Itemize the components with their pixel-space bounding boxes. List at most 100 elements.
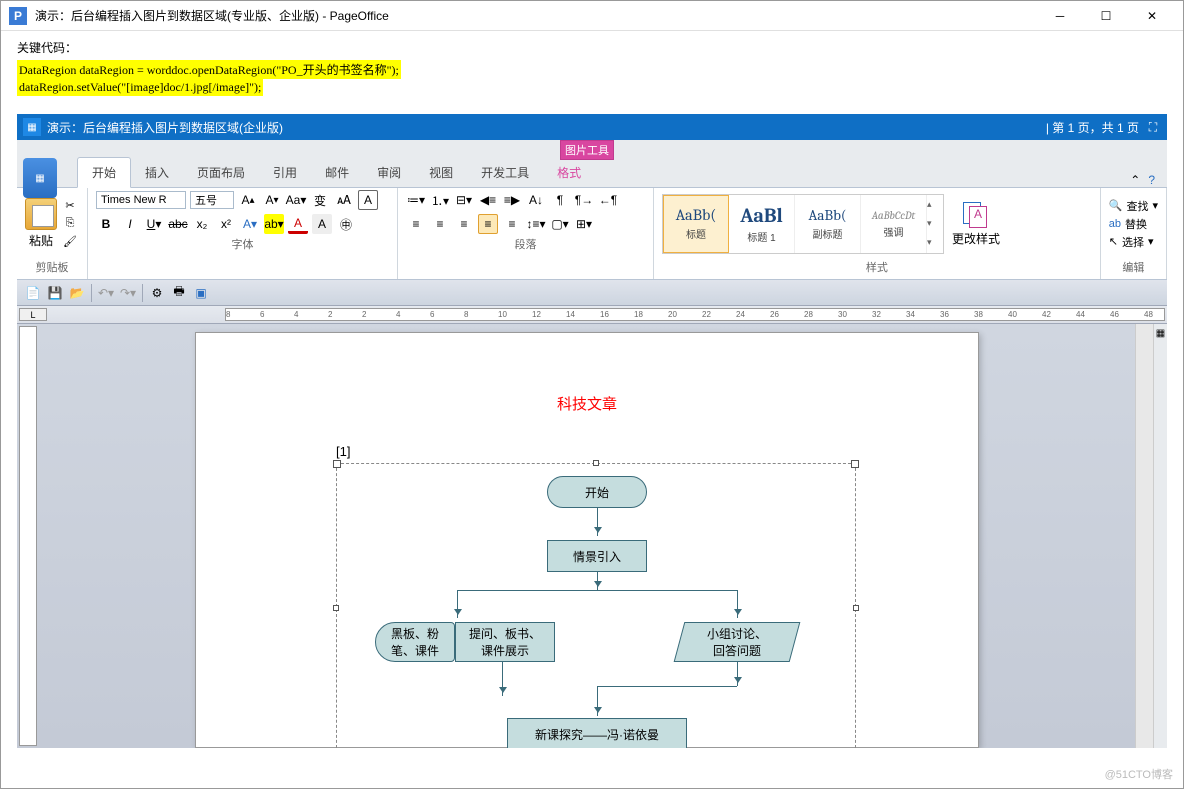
close-button[interactable]: ✕ [1129,1,1175,31]
group-clipboard: 粘贴 ✂ ⎘ 🖌 剪贴板 [17,188,88,279]
tab-references[interactable]: 引用 [259,158,311,187]
expand-icon[interactable]: ⛶ [1145,119,1161,135]
qat-print-icon[interactable]: 🖶 [169,283,189,303]
line-spacing-button[interactable]: ↕≡▾ [526,214,546,234]
font-family-select[interactable] [96,191,186,209]
char-border-icon[interactable]: A [358,190,378,210]
view-ruler-icon[interactable]: ▦ [1156,328,1165,339]
code-header: 关键代码： [17,39,1167,56]
qat-new-icon[interactable]: 📄 [23,283,43,303]
tab-developer[interactable]: 开发工具 [467,158,543,187]
grow-font-icon[interactable]: A▴ [238,190,258,210]
flowchart: 开始 情景引入 黑板、粉 笔、课件 提问、板书、 课件展示 小组讨论、 回答问题 [337,464,855,748]
shrink-font-icon[interactable]: A▾ [262,190,282,210]
shading-button[interactable]: ▢▾ [550,214,570,234]
bookmark-marker: [1] [336,444,838,459]
copy-icon[interactable]: ⎘ [61,216,79,232]
tab-view[interactable]: 视图 [415,158,467,187]
window-title: 演示：后台编程插入图片到数据区域(专业版、企业版) - PageOffice [35,7,1037,24]
page: 科技文章 [1] 开始 情景引入 [195,332,979,748]
maximize-button[interactable]: ☐ [1083,1,1129,31]
show-marks-button[interactable]: ¶ [550,190,570,210]
context-tab-picture-tools: 图片工具 [560,140,614,160]
document-area: 科技文章 [1] 开始 情景引入 [17,324,1167,748]
enclose-char-button[interactable]: ㊥ [336,214,356,234]
format-painter-icon[interactable]: 🖌 [61,234,79,250]
tab-format[interactable]: 格式 [543,158,595,187]
select-icon: ↖ [1109,235,1118,248]
minimize-button[interactable]: ─ [1037,1,1083,31]
ltr-button[interactable]: ¶→ [574,190,594,210]
align-justify-button[interactable]: ≡ [478,214,498,234]
tab-review[interactable]: 审阅 [363,158,415,187]
style-item-subtitle[interactable]: AaBb(副标题 [795,195,861,253]
char-shading-button[interactable]: A [312,214,332,234]
change-case-icon[interactable]: Aa▾ [286,190,306,210]
qat-props-icon[interactable]: ⚙ [147,283,167,303]
superscript-button[interactable]: x² [216,214,236,234]
align-center-button[interactable]: ≡ [430,214,450,234]
style-item-emphasis[interactable]: AaBbCcDt强调 [861,195,927,253]
select-button[interactable]: ↖选择▾ [1109,234,1158,250]
qat-save-icon[interactable]: 💾 [45,283,65,303]
gallery-more-icon[interactable]: ▾ [927,237,943,248]
group-paragraph: ≔▾ ⒈▾ ⊟▾ ◀≡ ≡▶ A↓ ¶ ¶→ ←¶ ≡ ≡ [398,188,654,279]
align-left-button[interactable]: ≡ [406,214,426,234]
clear-format-icon[interactable]: 🗚 [334,190,354,210]
group-styles-label: 样式 [662,257,1092,277]
tab-layout[interactable]: 页面布局 [183,158,259,187]
change-style-button[interactable]: A 更改样式 [952,200,1000,247]
qat-undo-icon[interactable]: ↶▾ [96,283,116,303]
sort-button[interactable]: A↓ [526,190,546,210]
bold-button[interactable]: B [96,214,116,234]
distribute-button[interactable]: ≡ [502,214,522,234]
numbering-button[interactable]: ⒈▾ [430,190,450,210]
strike-button[interactable]: abc [168,214,188,234]
page-viewport[interactable]: 科技文章 [1] 开始 情景引入 [39,324,1135,748]
cut-icon[interactable]: ✂ [61,198,79,214]
tab-home[interactable]: 开始 [77,157,131,188]
qat-fullscreen-icon[interactable]: ▣ [191,283,211,303]
indent-decrease-button[interactable]: ◀≡ [478,190,498,210]
qat-redo-icon[interactable]: ↷▾ [118,283,138,303]
paste-button[interactable]: 粘贴 [25,198,57,249]
titlebar: P 演示：后台编程插入图片到数据区域(专业版、企业版) - PageOffice… [1,1,1183,31]
style-item-title[interactable]: AaBb(标题 [663,195,729,253]
horizontal-ruler[interactable]: 8642246810121416182022242628303234363840… [225,308,1165,321]
quick-access-toolbar: 📄 💾 📂 ↶▾ ↷▾ ⚙ 🖶 ▣ [17,280,1167,306]
flow-left1: 黑板、粉 笔、课件 [375,622,455,662]
vertical-ruler[interactable] [19,326,37,746]
gallery-up-icon[interactable]: ▴ [927,199,943,210]
flow-intro: 情景引入 [547,540,647,572]
inserted-image[interactable]: 开始 情景引入 黑板、粉 笔、课件 提问、板书、 课件展示 小组讨论、 回答问题 [336,463,856,748]
collapse-ribbon-icon[interactable]: ⌃ [1130,173,1140,187]
highlight-button[interactable]: ab▾ [264,214,284,234]
align-right-button[interactable]: ≡ [454,214,474,234]
vertical-scrollbar[interactable] [1135,324,1153,748]
code-section: 关键代码： DataRegion dataRegion = worddoc.op… [1,31,1183,104]
text-effect-button[interactable]: A▾ [240,214,260,234]
qat-open-icon[interactable]: 📂 [67,283,87,303]
help-icon[interactable]: ? [1148,173,1155,187]
tab-insert[interactable]: 插入 [131,158,183,187]
office-button[interactable]: ▦ [23,158,57,198]
replace-button[interactable]: ab替换 [1109,216,1158,232]
underline-button[interactable]: U▾ [144,214,164,234]
font-size-select[interactable] [190,191,234,209]
ruler-corner[interactable]: L [19,308,47,321]
gallery-down-icon[interactable]: ▾ [927,218,943,229]
rtl-button[interactable]: ←¶ [598,190,618,210]
tab-mail[interactable]: 邮件 [311,158,363,187]
bullets-button[interactable]: ≔▾ [406,190,426,210]
font-color-button[interactable]: A [288,214,308,234]
multilevel-button[interactable]: ⊟▾ [454,190,474,210]
italic-button[interactable]: I [120,214,140,234]
subscript-button[interactable]: x₂ [192,214,212,234]
borders-button[interactable]: ⊞▾ [574,214,594,234]
style-item-heading1[interactable]: AaBl标题 1 [729,195,795,253]
styles-gallery[interactable]: AaBb(标题 AaBl标题 1 AaBb(副标题 AaBbCcDt强调 ▴ ▾ ▾ [662,194,944,254]
indent-increase-button[interactable]: ≡▶ [502,190,522,210]
phonetic-icon[interactable]: 变 [310,190,330,210]
find-button[interactable]: 🔍查找▾ [1109,198,1158,214]
app-icon: P [9,7,27,25]
